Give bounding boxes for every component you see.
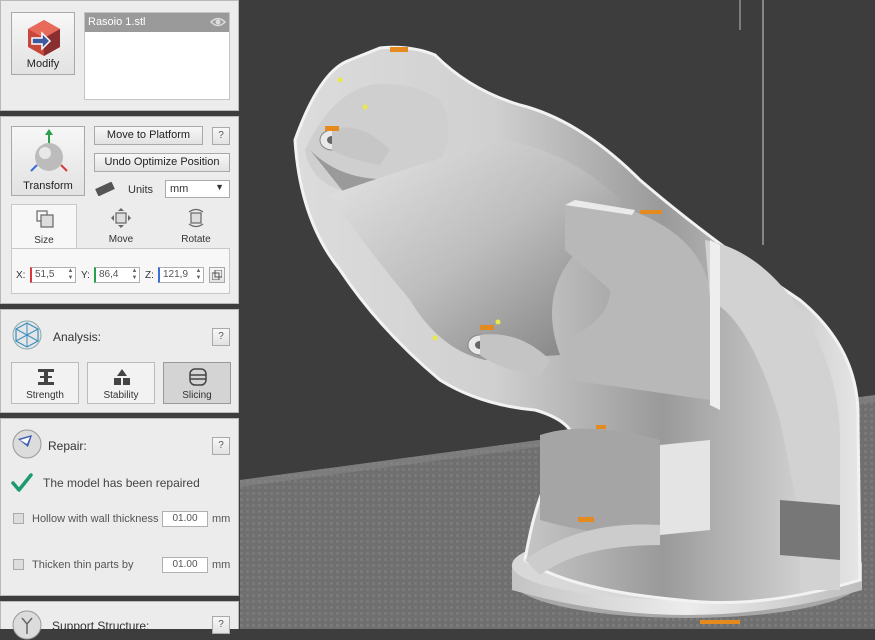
stability-label: Stability [103, 390, 139, 401]
modify-icon [28, 20, 60, 56]
move-to-platform-label: Move to Platform [106, 129, 191, 141]
viewport-3d[interactable] [240, 0, 875, 629]
file-list[interactable]: Rasoio 1.stl [84, 12, 230, 100]
y-label: Y: [81, 270, 90, 281]
repair-help-button[interactable]: ? [212, 437, 230, 455]
modify-label: Modify [26, 58, 60, 70]
x-size-value: 51,5 [35, 269, 55, 280]
move-to-platform-button[interactable]: Move to Platform [94, 126, 203, 145]
slicing-label: Slicing [182, 390, 212, 401]
lock-ratio-icon [212, 270, 222, 280]
undo-optimize-label: Undo Optimize Position [104, 156, 220, 168]
thicken-value: 01.00 [172, 559, 198, 570]
units-value: mm [170, 183, 189, 195]
thicken-label: Thicken thin parts by [32, 559, 134, 571]
thicken-checkbox[interactable] [13, 559, 24, 570]
slicing-icon [189, 368, 207, 386]
tab-size[interactable]: Size [11, 204, 77, 248]
repair-title: Repair: [48, 439, 87, 453]
modify-button[interactable]: Modify [11, 12, 75, 75]
rotate-icon [188, 208, 204, 228]
file-name: Rasoio 1.stl [88, 16, 146, 28]
support-panel: Support Structure: ? [0, 601, 239, 640]
units-select[interactable]: mm ▼ [165, 180, 230, 198]
strength-label: Strength [26, 390, 64, 401]
thicken-input[interactable]: 01.00 [162, 557, 208, 573]
z-size-input[interactable]: 121,9 ▲ ▼ [158, 267, 204, 283]
z-label: Z: [145, 270, 154, 281]
transform-icon [30, 129, 68, 172]
analysis-panel: Analysis: ? Strength Stability Slicing [0, 309, 239, 413]
strength-button[interactable]: Strength [11, 362, 79, 404]
hollow-thickness-value: 01.00 [172, 513, 198, 524]
transform-panel: Transform Move to Platform ? Undo Optimi… [0, 116, 239, 304]
modify-panel: Modify Rasoio 1.stl [0, 0, 239, 111]
strength-icon [38, 369, 54, 385]
support-help-button[interactable]: ? [212, 616, 230, 634]
chevron-down-icon: ▼ [215, 182, 224, 192]
analysis-title: Analysis: [53, 330, 102, 344]
size-tab-content: X: 51,5 ▲ ▼ Y: 86,4 ▲ ▼ Z: 121,9 ▲ ▼ [11, 248, 230, 294]
spinner-icon[interactable]: ▲ ▼ [130, 268, 139, 282]
z-size-value: 121,9 [163, 269, 189, 280]
scene-svg [240, 0, 875, 629]
list-item[interactable]: Rasoio 1.stl [85, 13, 229, 32]
transform-help-button[interactable]: ? [212, 127, 230, 145]
units-label: Units [128, 184, 154, 196]
checkmark-icon [11, 473, 33, 492]
x-label: X: [16, 270, 26, 281]
eye-icon[interactable] [210, 17, 226, 27]
stability-button[interactable]: Stability [87, 362, 155, 404]
y-size-value: 86,4 [99, 269, 119, 280]
tab-size-label: Size [34, 235, 54, 246]
analysis-help-button[interactable]: ? [212, 328, 230, 346]
tab-rotate-label: Rotate [181, 234, 211, 245]
repair-status: The model has been repaired [43, 476, 200, 490]
hollow-label: Hollow with wall thickness [32, 513, 159, 525]
tab-rotate[interactable]: Rotate [163, 204, 229, 248]
support-icon [12, 610, 42, 640]
transform-button[interactable]: Transform [11, 126, 85, 196]
hollow-checkbox[interactable] [13, 513, 24, 524]
transform-label: Transform [23, 180, 73, 192]
repair-panel: Repair: ? The model has been repaired Ho… [0, 418, 239, 596]
spinner-icon[interactable]: ▲ ▼ [194, 268, 203, 282]
x-size-input[interactable]: 51,5 ▲ ▼ [30, 267, 76, 283]
tab-move[interactable]: Move [88, 204, 154, 248]
analysis-icon [12, 320, 42, 350]
size-icon [36, 210, 54, 228]
ruler-icon [95, 182, 115, 196]
tab-move-label: Move [108, 234, 134, 245]
stability-icon [114, 369, 130, 385]
slicing-button[interactable]: Slicing [163, 362, 231, 404]
support-title: Support Structure: [52, 619, 150, 633]
move-icon [111, 208, 131, 228]
hollow-unit: mm [212, 513, 231, 525]
repair-icon [12, 429, 42, 459]
lock-proportions-button[interactable] [209, 267, 225, 283]
hollow-thickness-input[interactable]: 01.00 [162, 511, 208, 527]
y-size-input[interactable]: 86,4 ▲ ▼ [94, 267, 140, 283]
undo-optimize-button[interactable]: Undo Optimize Position [94, 153, 230, 172]
thicken-unit: mm [212, 559, 231, 571]
spinner-icon[interactable]: ▲ ▼ [66, 268, 75, 282]
